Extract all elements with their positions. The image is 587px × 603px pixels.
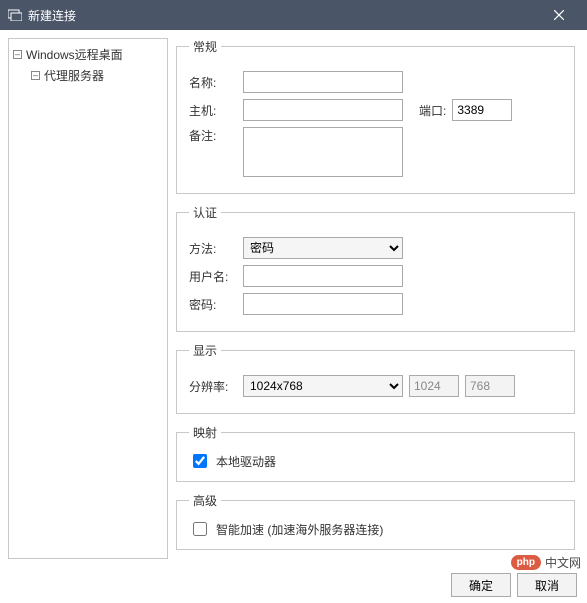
button-bar: 确定 取消 (0, 567, 587, 603)
tree-child-label: 代理服务器 (44, 67, 104, 84)
password-input[interactable] (243, 293, 403, 315)
ok-button[interactable]: 确定 (451, 573, 511, 597)
collapse-icon[interactable]: – (31, 71, 40, 80)
name-input[interactable] (243, 71, 403, 93)
group-mapping: 映射 本地驱动器 (176, 424, 575, 482)
resolution-height-input (465, 375, 515, 397)
username-label: 用户名: (189, 268, 237, 285)
port-label: 端口: (419, 102, 446, 119)
group-auth: 认证 方法: 密码 用户名: 密码: (176, 204, 575, 332)
resolution-width-input (409, 375, 459, 397)
note-label: 备注: (189, 127, 237, 144)
resolution-select[interactable]: 1024x768 (243, 375, 403, 397)
tree-root-item[interactable]: – Windows远程桌面 (13, 45, 163, 64)
collapse-icon[interactable]: – (13, 50, 22, 59)
window-title: 新建连接 (28, 7, 76, 24)
password-label: 密码: (189, 296, 237, 313)
host-input[interactable] (243, 99, 403, 121)
group-general: 常规 名称: 主机: 端口: 备注: (176, 38, 575, 194)
resolution-label: 分辨率: (189, 378, 237, 395)
group-display: 显示 分辨率: 1024x768 (176, 342, 575, 414)
local-drive-label: 本地驱动器 (216, 453, 276, 470)
close-button[interactable] (539, 0, 579, 30)
group-display-legend: 显示 (189, 342, 221, 359)
method-label: 方法: (189, 240, 237, 257)
group-auth-legend: 认证 (189, 204, 221, 221)
username-input[interactable] (243, 265, 403, 287)
tree-panel: – Windows远程桌面 – 代理服务器 (8, 38, 168, 559)
tree-child-item[interactable]: – 代理服务器 (31, 66, 163, 85)
group-advanced-legend: 高级 (189, 492, 221, 509)
titlebar: 新建连接 (0, 0, 587, 30)
group-general-legend: 常规 (189, 38, 221, 55)
close-icon (554, 10, 564, 20)
port-input[interactable] (452, 99, 512, 121)
note-textarea[interactable] (243, 127, 403, 177)
smart-accel-label: 智能加速 (加速海外服务器连接) (216, 521, 383, 538)
smart-accel-checkbox[interactable] (193, 522, 207, 536)
local-drive-checkbox[interactable] (193, 454, 207, 468)
name-label: 名称: (189, 74, 237, 91)
method-select[interactable]: 密码 (243, 237, 403, 259)
cancel-button[interactable]: 取消 (517, 573, 577, 597)
app-icon (8, 9, 22, 21)
settings-panel: 常规 名称: 主机: 端口: 备注: 认证 (176, 38, 579, 559)
group-advanced: 高级 智能加速 (加速海外服务器连接) (176, 492, 575, 550)
host-label: 主机: (189, 102, 237, 119)
group-mapping-legend: 映射 (189, 424, 221, 441)
tree-root-label: Windows远程桌面 (26, 46, 123, 63)
